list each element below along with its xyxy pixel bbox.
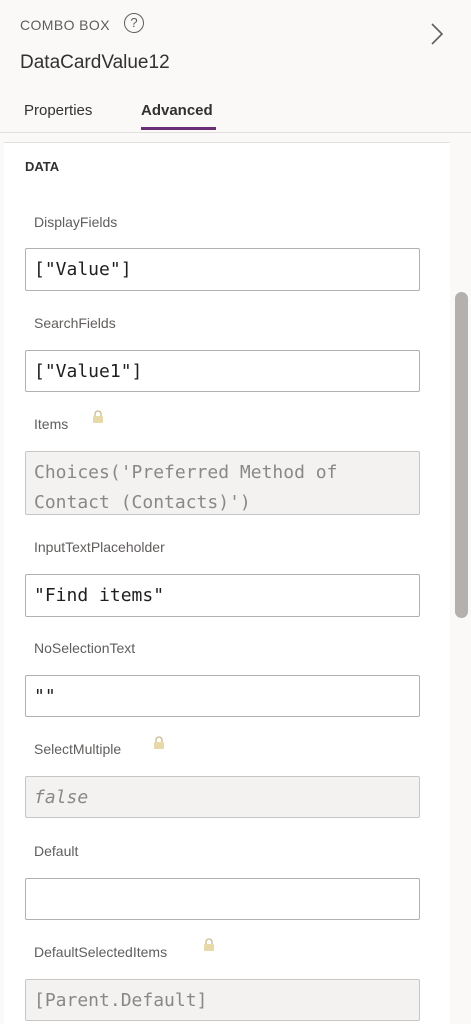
prop-input-displayfields[interactable]: ["Value"] xyxy=(25,248,420,291)
help-icon[interactable]: ? xyxy=(124,13,144,33)
tab-properties[interactable]: Properties xyxy=(24,102,92,119)
prop-input-noselectiontext[interactable]: "" xyxy=(25,675,420,717)
prop-label-displayfields: DisplayFields xyxy=(34,214,118,230)
active-tab-indicator xyxy=(141,127,216,130)
lock-icon xyxy=(154,736,164,749)
tab-advanced[interactable]: Advanced xyxy=(141,102,213,119)
prop-input-searchfields[interactable]: ["Value1"] xyxy=(25,350,420,392)
tab-bar: Properties Advanced xyxy=(0,92,471,132)
prop-label-selectmultiple: SelectMultiple xyxy=(34,741,122,757)
section-title-data: DATA xyxy=(25,159,60,174)
scrollbar-thumb[interactable] xyxy=(455,292,468,618)
prop-input-selectmultiple[interactable]: false xyxy=(25,776,420,818)
control-type-label: COMBO BOX xyxy=(20,17,110,33)
advanced-content: DATA DisplayFields ["Value"] SearchField… xyxy=(4,142,450,1024)
panel-header: COMBO BOX ? DataCardValue12 Properties A… xyxy=(0,0,471,133)
prop-input-items[interactable]: Choices('Preferred Method of Contact (Co… xyxy=(25,451,420,515)
properties-panel: COMBO BOX ? DataCardValue12 Properties A… xyxy=(0,0,471,1024)
prop-label-inputtextplaceholder: InputTextPlaceholder xyxy=(34,539,165,555)
prop-label-default: Default xyxy=(34,843,79,859)
chevron-right-icon[interactable] xyxy=(425,20,449,48)
prop-input-default[interactable] xyxy=(25,878,420,920)
lock-icon xyxy=(93,410,103,423)
prop-label-noselectiontext: NoSelectionText xyxy=(34,640,136,656)
prop-input-inputtextplaceholder[interactable]: "Find items" xyxy=(25,574,420,617)
prop-label-searchfields: SearchFields xyxy=(34,315,116,331)
lock-icon xyxy=(204,938,214,951)
prop-input-defaultselecteditems[interactable]: [Parent.Default] xyxy=(25,979,420,1021)
prop-label-defaultselecteditems: DefaultSelectedItems xyxy=(34,944,168,960)
control-name: DataCardValue12 xyxy=(20,52,170,73)
prop-label-items: Items xyxy=(34,416,69,432)
